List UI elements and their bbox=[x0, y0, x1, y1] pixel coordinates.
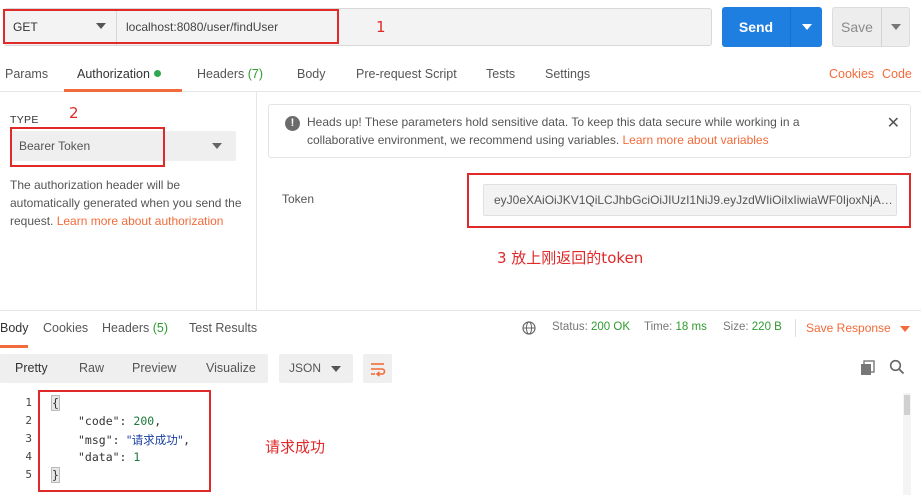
code-line: "msg": "请求成功", bbox=[78, 433, 191, 447]
stats-divider bbox=[795, 319, 796, 337]
tab-settings[interactable]: Settings bbox=[545, 67, 590, 81]
size-label: Size: bbox=[723, 321, 749, 333]
size-stat: Size: 220 B bbox=[723, 321, 782, 333]
send-options-chevron-icon[interactable] bbox=[802, 24, 812, 30]
request-tabs: Params Authorization Headers (7) Body Pr… bbox=[0, 56, 921, 92]
tab-authorization[interactable]: Authorization bbox=[77, 67, 161, 81]
token-label: Token bbox=[282, 192, 315, 206]
close-icon[interactable]: ✕ bbox=[887, 113, 900, 133]
response-tab-test-results[interactable]: Test Results bbox=[189, 321, 257, 335]
annotation-4: 请求成功 bbox=[265, 438, 326, 456]
json-key: "data" bbox=[78, 450, 120, 464]
response-tab-headers-count: (5) bbox=[152, 321, 169, 335]
time-stat: Time: 18 ms bbox=[644, 321, 707, 333]
auth-type-value: Bearer Token bbox=[19, 139, 91, 153]
view-preview-button[interactable]: Preview bbox=[132, 361, 176, 375]
json-comma: , bbox=[183, 433, 191, 447]
tab-headers-label: Headers bbox=[197, 67, 245, 81]
tab-pre-request-script[interactable]: Pre-request Script bbox=[356, 67, 457, 81]
search-icon[interactable] bbox=[889, 359, 905, 375]
open-brace: { bbox=[51, 395, 60, 411]
annotation-3: 3 放上刚返回的token bbox=[497, 249, 644, 267]
chevron-down-icon bbox=[96, 23, 106, 29]
active-tab-indicator bbox=[64, 89, 182, 92]
size-value: 220 B bbox=[751, 321, 782, 333]
response-tab-headers-label: Headers bbox=[102, 321, 150, 335]
chevron-down-icon[interactable] bbox=[900, 326, 910, 332]
auth-type-select[interactable]: Bearer Token bbox=[10, 131, 236, 161]
active-dot-icon bbox=[153, 70, 161, 77]
send-divider bbox=[790, 7, 791, 47]
annotation-2: 2 bbox=[69, 104, 79, 122]
learn-more-authorization-link[interactable]: Learn more about authorization bbox=[57, 214, 224, 228]
line-number: 1 bbox=[25, 396, 32, 409]
line-number: 2 bbox=[25, 414, 32, 427]
method-select[interactable]: GET bbox=[4, 8, 116, 46]
active-response-tab-indicator bbox=[0, 345, 28, 348]
format-select[interactable]: JSON bbox=[279, 354, 353, 383]
code-link[interactable]: Code bbox=[882, 67, 912, 81]
status-label: Status: bbox=[552, 321, 588, 333]
tab-params[interactable]: Params bbox=[5, 67, 48, 81]
url-input[interactable]: localhost:8080/user/findUser bbox=[116, 8, 712, 46]
token-input[interactable]: eyJ0eXAiOiJKV1QiLCJhbGciOiJIUzI1NiJ9.eyJ… bbox=[483, 184, 897, 216]
tab-headers[interactable]: Headers (7) bbox=[197, 67, 263, 81]
status-stat: Status: 200 OK bbox=[552, 321, 630, 333]
code-scrollbar[interactable] bbox=[903, 393, 911, 495]
json-comma: , bbox=[154, 414, 162, 428]
wrap-lines-button[interactable] bbox=[363, 354, 392, 383]
response-tab-headers[interactable]: Headers (5) bbox=[102, 321, 168, 335]
save-button[interactable]: Save bbox=[832, 7, 910, 47]
time-label: Time: bbox=[644, 321, 673, 333]
cookies-link[interactable]: Cookies bbox=[829, 67, 874, 81]
json-key: "code" bbox=[78, 414, 120, 428]
tab-tests[interactable]: Tests bbox=[486, 67, 515, 81]
code-line: "data": 1 bbox=[78, 450, 141, 464]
globe-icon[interactable] bbox=[522, 321, 536, 335]
view-mode-group: Pretty Raw Preview Visualize bbox=[0, 354, 268, 383]
notice-text: Heads up! These parameters hold sensitiv… bbox=[307, 113, 867, 149]
copy-icon[interactable] bbox=[860, 360, 876, 376]
json-key: "msg" bbox=[78, 433, 113, 447]
response-tab-cookies[interactable]: Cookies bbox=[43, 321, 88, 335]
response-bar: Body Cookies Headers (5) Test Results St… bbox=[0, 310, 921, 348]
format-value: JSON bbox=[289, 361, 322, 375]
info-icon: ! bbox=[285, 116, 300, 131]
line-number: 4 bbox=[25, 450, 32, 463]
auth-description: The authorization header will be automat… bbox=[10, 176, 250, 230]
view-visualize-button[interactable]: Visualize bbox=[206, 361, 256, 375]
chevron-down-icon bbox=[212, 143, 222, 149]
auth-type-label: TYPE bbox=[10, 114, 39, 126]
line-number: 3 bbox=[25, 432, 32, 445]
save-options-chevron-icon[interactable] bbox=[891, 24, 901, 30]
json-value: 200 bbox=[133, 414, 155, 428]
code-line: "code": 200, bbox=[78, 414, 162, 428]
save-divider bbox=[881, 8, 882, 46]
url-value: localhost:8080/user/findUser bbox=[126, 20, 279, 34]
response-tab-body[interactable]: Body bbox=[0, 321, 29, 335]
view-pretty-button[interactable]: Pretty bbox=[15, 361, 48, 375]
view-raw-button[interactable]: Raw bbox=[79, 361, 104, 375]
json-value: "请求成功" bbox=[126, 433, 184, 447]
send-button[interactable]: Send bbox=[722, 7, 822, 47]
save-label: Save bbox=[841, 19, 873, 35]
chevron-down-icon bbox=[331, 366, 341, 372]
close-brace: } bbox=[51, 467, 60, 483]
panel-divider bbox=[256, 92, 257, 310]
wrap-icon bbox=[371, 363, 386, 377]
annotation-1: 1 bbox=[376, 18, 386, 36]
scrollbar-thumb[interactable] bbox=[904, 395, 910, 415]
status-value: 200 OK bbox=[591, 321, 631, 333]
tab-body[interactable]: Body bbox=[297, 67, 326, 81]
learn-more-variables-link[interactable]: Learn more about variables bbox=[623, 133, 769, 147]
line-number: 5 bbox=[25, 468, 32, 481]
sensitive-data-notice: ! Heads up! These parameters hold sensit… bbox=[268, 104, 911, 158]
method-value: GET bbox=[13, 20, 38, 34]
save-response-button[interactable]: Save Response bbox=[806, 321, 891, 335]
time-value: 18 ms bbox=[675, 321, 707, 333]
tab-headers-count: (7) bbox=[247, 67, 264, 81]
json-value: 1 bbox=[133, 450, 141, 464]
send-label: Send bbox=[738, 19, 774, 35]
tab-authorization-label: Authorization bbox=[77, 67, 150, 81]
